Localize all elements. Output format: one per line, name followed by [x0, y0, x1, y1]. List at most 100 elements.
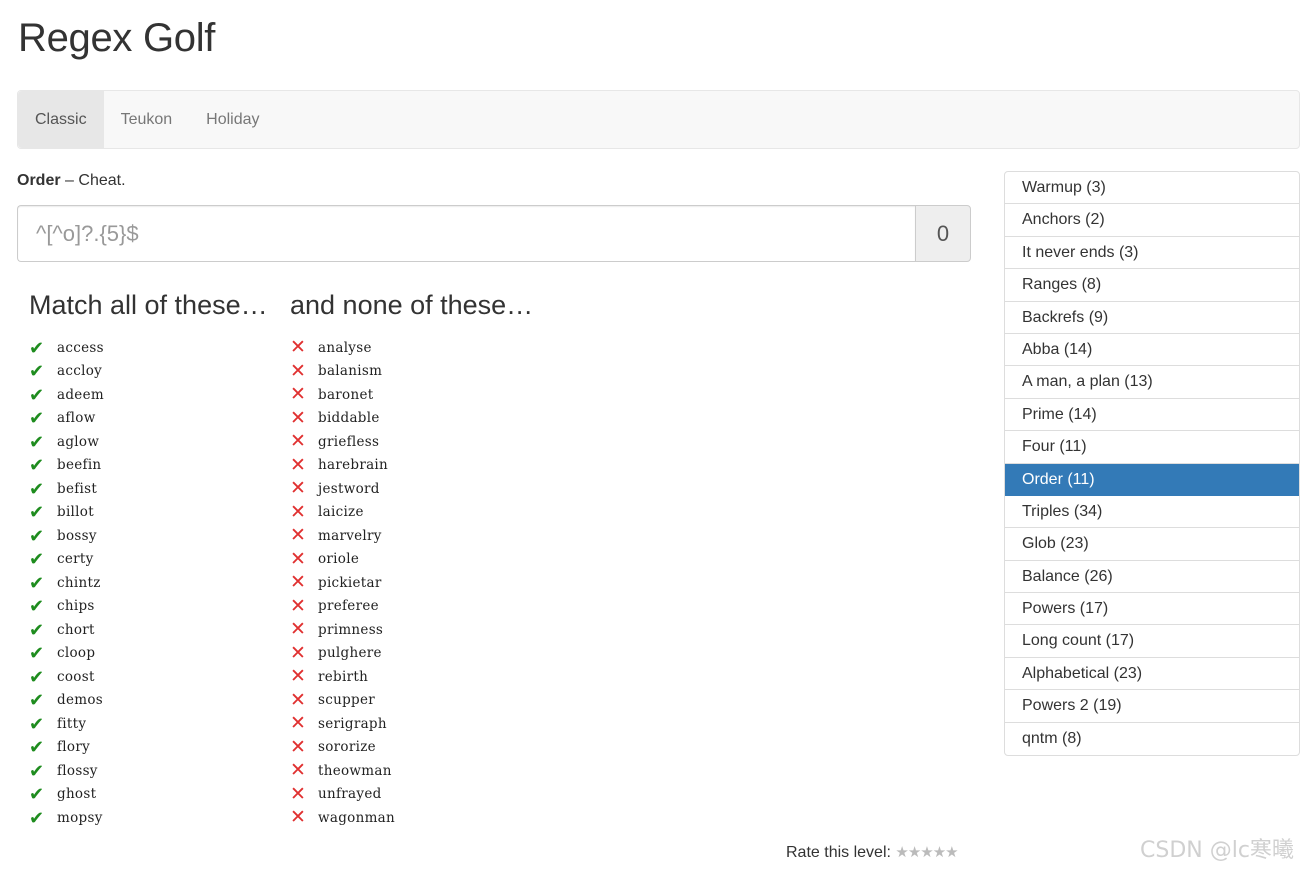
check-icon: ✔ — [29, 572, 45, 593]
cross-icon: ✕ — [290, 478, 306, 500]
match-word: flossy — [57, 762, 98, 779]
check-icon: ✔ — [29, 690, 45, 711]
none-word-item: ✕ pulghere — [290, 642, 533, 666]
check-icon: ✔ — [29, 455, 45, 476]
cross-icon: ✕ — [290, 689, 306, 711]
match-word: beefin — [57, 457, 102, 474]
check-icon: ✔ — [29, 713, 45, 734]
level-item[interactable]: Ranges (8) — [1005, 269, 1299, 302]
match-word: bossy — [57, 527, 97, 544]
none-word-item: ✕ oriole — [290, 548, 533, 572]
match-word: fitty — [57, 715, 87, 732]
none-word-item: ✕ harebrain — [290, 454, 533, 478]
level-item[interactable]: qntm (8) — [1005, 723, 1299, 755]
tab-teukon[interactable]: Teukon — [104, 91, 190, 148]
cross-icon: ✕ — [290, 807, 306, 829]
match-word-item: ✔ demos — [29, 689, 268, 713]
match-word: chintz — [57, 574, 101, 591]
level-item[interactable]: Balance (26) — [1005, 561, 1299, 594]
cross-icon: ✕ — [290, 337, 306, 359]
match-word-item: ✔ fitty — [29, 712, 268, 736]
level-item[interactable]: Order (11) — [1005, 463, 1299, 496]
tab-holiday[interactable]: Holiday — [189, 91, 276, 148]
cross-icon: ✕ — [290, 666, 306, 688]
match-word: mopsy — [57, 809, 103, 826]
match-word: cloop — [57, 645, 96, 662]
match-word-item: ✔ ghost — [29, 783, 268, 807]
none-word-item: ✕ wagonman — [290, 806, 533, 830]
check-icon: ✔ — [29, 337, 45, 358]
check-icon: ✔ — [29, 431, 45, 452]
match-word: certy — [57, 551, 94, 568]
none-word-list: ✕ analyse ✕ balanism ✕ baronet ✕ biddable ✕ grief… — [290, 336, 533, 830]
none-word: marvelry — [318, 527, 382, 544]
none-word-item: ✕ sororize — [290, 736, 533, 760]
level-item[interactable]: Four (11) — [1005, 431, 1299, 464]
none-word: laicize — [318, 504, 364, 521]
level-item[interactable]: Powers (17) — [1005, 593, 1299, 626]
none-word: rebirth — [318, 668, 369, 685]
match-word: access — [57, 339, 104, 356]
match-heading: Match all of these… — [29, 290, 268, 320]
none-word: baronet — [318, 386, 374, 403]
check-icon: ✔ — [29, 478, 45, 499]
page-title: Regex Golf — [18, 16, 216, 60]
match-word-item: ✔ chips — [29, 595, 268, 619]
none-word: jestword — [318, 480, 380, 497]
none-word-item: ✕ unfrayed — [290, 783, 533, 807]
cross-icon: ✕ — [290, 783, 306, 805]
none-word: serigraph — [318, 715, 387, 732]
check-icon: ✔ — [29, 408, 45, 429]
cross-icon: ✕ — [290, 713, 306, 735]
match-word-item: ✔ coost — [29, 665, 268, 689]
check-icon: ✔ — [29, 361, 45, 382]
level-item[interactable]: It never ends (3) — [1005, 237, 1299, 270]
level-description: Order – Cheat. — [17, 172, 126, 190]
none-word: harebrain — [318, 457, 389, 474]
match-word: accloy — [57, 363, 103, 380]
match-word: chips — [57, 598, 95, 615]
match-word-item: ✔ aglow — [29, 430, 268, 454]
level-separator: – — [65, 172, 74, 189]
match-word: befist — [57, 480, 98, 497]
none-word-item: ✕ rebirth — [290, 665, 533, 689]
none-word-item: ✕ biddable — [290, 407, 533, 431]
tab-classic[interactable]: Classic — [18, 91, 104, 148]
cross-icon: ✕ — [290, 360, 306, 382]
level-item[interactable]: Glob (23) — [1005, 528, 1299, 561]
check-icon: ✔ — [29, 384, 45, 405]
level-item[interactable]: Warmup (3) — [1005, 172, 1299, 205]
match-word-item: ✔ adeem — [29, 383, 268, 407]
match-word-item: ✔ aflow — [29, 407, 268, 431]
cross-icon: ✕ — [290, 572, 306, 594]
level-item[interactable]: Powers 2 (19) — [1005, 690, 1299, 723]
level-item[interactable]: Triples (34) — [1005, 496, 1299, 529]
match-word-item: ✔ cloop — [29, 642, 268, 666]
none-word-item: ✕ primness — [290, 618, 533, 642]
regex-input[interactable] — [17, 205, 915, 262]
match-word-item: ✔ befist — [29, 477, 268, 501]
match-word-list: ✔ access ✔ accloy ✔ adeem ✔ aflow ✔ aglow ✔ beefin ✔… — [29, 336, 268, 830]
none-word: primness — [318, 621, 384, 638]
cross-icon: ✕ — [290, 595, 306, 617]
match-word: ghost — [57, 786, 97, 803]
none-heading: and none of these… — [290, 290, 534, 320]
match-word-item: ✔ accloy — [29, 360, 268, 384]
none-word-item: ✕ theowman — [290, 759, 533, 783]
level-item[interactable]: Backrefs (9) — [1005, 302, 1299, 334]
cross-icon: ✕ — [290, 525, 306, 547]
level-item[interactable]: Abba (14) — [1005, 334, 1299, 367]
star-rating[interactable]: ★★★★★ — [895, 844, 958, 861]
match-word-item: ✔ flory — [29, 736, 268, 760]
none-word: preferee — [318, 598, 379, 615]
level-item[interactable]: Alphabetical (23) — [1005, 658, 1299, 691]
none-word-item: ✕ jestword — [290, 477, 533, 501]
level-item[interactable]: Anchors (2) — [1005, 204, 1299, 237]
none-word-item: ✕ scupper — [290, 689, 533, 713]
check-icon: ✔ — [29, 549, 45, 570]
level-item[interactable]: Prime (14) — [1005, 399, 1299, 432]
level-item[interactable]: Long count (17) — [1005, 625, 1299, 658]
match-word-item: ✔ flossy — [29, 759, 268, 783]
match-word: chort — [57, 621, 95, 638]
level-item[interactable]: A man, a plan (13) — [1005, 366, 1299, 399]
